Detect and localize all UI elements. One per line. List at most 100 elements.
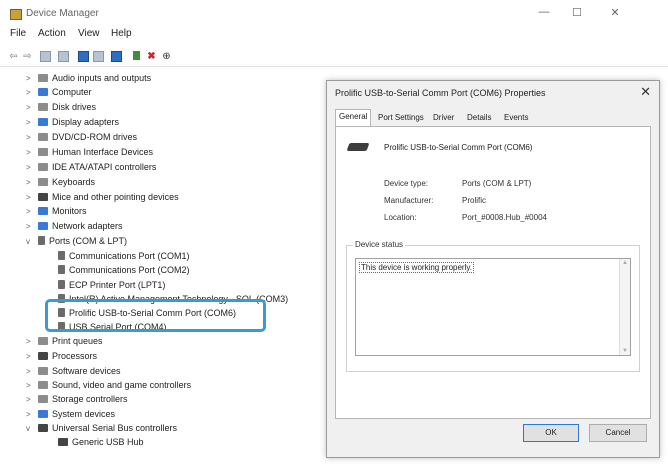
- device-status-textbox[interactable]: This device is working properly. ▲ ▼: [355, 258, 631, 356]
- ide-icon: [38, 163, 48, 171]
- help-icon[interactable]: [78, 51, 89, 62]
- expand-chevron-icon[interactable]: >: [26, 74, 38, 83]
- device-name: Prolific USB-to-Serial Comm Port (COM6): [384, 143, 533, 152]
- software-icon: [38, 367, 48, 375]
- tab-events[interactable]: Events: [501, 111, 531, 125]
- sound-icon: [38, 381, 48, 389]
- expand-chevron-icon[interactable]: >: [26, 133, 38, 142]
- port-icon: [58, 251, 65, 260]
- device-status-label: Device status: [353, 240, 406, 249]
- update-driver-icon[interactable]: [133, 51, 140, 60]
- view-icon[interactable]: [93, 51, 104, 62]
- tree-node-network[interactable]: > Network adapters: [26, 221, 123, 234]
- storage-icon: [38, 395, 48, 403]
- manufacturer-value: Prolific: [462, 196, 487, 205]
- location-value: Port_#0008.Hub_#0004: [462, 213, 547, 222]
- tree-node-display-adapters[interactable]: > Display adapters: [26, 117, 119, 130]
- maximize-button[interactable]: ☐: [567, 6, 587, 20]
- tree-node-sound[interactable]: > Sound, video and game controllers: [26, 380, 191, 393]
- serial-cable-icon: [346, 143, 370, 151]
- expand-chevron-icon[interactable]: >: [26, 88, 38, 97]
- expand-chevron-icon[interactable]: >: [26, 395, 38, 404]
- remove-icon[interactable]: ✖: [146, 51, 157, 62]
- status-scrollbar[interactable]: ▲ ▼: [619, 259, 630, 355]
- expand-chevron-icon[interactable]: >: [26, 410, 38, 419]
- title-bar: Device Manager — ☐ ✕: [0, 0, 668, 26]
- hid-icon: [38, 148, 48, 156]
- printer-icon: [38, 337, 48, 345]
- scroll-up-icon[interactable]: ▲: [622, 260, 628, 266]
- tree-node-keyboards[interactable]: > Keyboards: [26, 177, 95, 190]
- tree-node-ide[interactable]: > IDE ATA/ATAPI controllers: [26, 162, 156, 175]
- expand-chevron-icon[interactable]: >: [26, 222, 38, 231]
- expand-chevron-icon[interactable]: >: [26, 367, 38, 376]
- tree-node-usb[interactable]: v Universal Serial Bus controllers: [26, 423, 177, 436]
- processor-icon: [38, 352, 48, 360]
- device-type-label: Device type:: [384, 179, 429, 188]
- tree-node-ports[interactable]: v Ports (COM & LPT): [26, 236, 127, 249]
- tree-node-audio[interactable]: > Audio inputs and outputs: [26, 73, 151, 86]
- tree-node-dvd[interactable]: > DVD/CD-ROM drives: [26, 132, 137, 145]
- ok-button[interactable]: OK: [523, 424, 579, 442]
- keyboard-icon: [38, 178, 48, 186]
- device-list-icon[interactable]: [58, 51, 69, 62]
- scan-icon[interactable]: ⊕: [161, 51, 172, 62]
- speaker-icon: [38, 74, 48, 82]
- tree-node-usb-hub[interactable]: Generic USB Hub: [58, 437, 144, 450]
- expand-chevron-icon[interactable]: >: [26, 381, 38, 390]
- properties-icon[interactable]: [40, 51, 51, 62]
- menu-help[interactable]: Help: [111, 28, 132, 39]
- close-button[interactable]: ✕: [605, 6, 625, 20]
- minimize-button[interactable]: —: [534, 6, 554, 20]
- tree-node-computer[interactable]: > Computer: [26, 87, 92, 100]
- collapse-chevron-icon[interactable]: v: [26, 237, 38, 246]
- tab-port-settings[interactable]: Port Settings: [375, 111, 427, 125]
- collapse-chevron-icon[interactable]: v: [26, 424, 38, 433]
- dialog-title: Prolific USB-to-Serial Comm Port (COM6) …: [335, 88, 546, 98]
- tree-node-hid[interactable]: > Human Interface Devices: [26, 147, 153, 160]
- tree-node-processors[interactable]: > Processors: [26, 351, 97, 364]
- mouse-icon: [38, 193, 48, 201]
- tree-node-system[interactable]: > System devices: [26, 409, 115, 422]
- display-icon: [38, 118, 48, 126]
- device-manager-icon: [10, 9, 22, 20]
- location-label: Location:: [384, 213, 417, 222]
- expand-chevron-icon[interactable]: >: [26, 103, 38, 112]
- port-icon: [58, 265, 65, 274]
- tab-general[interactable]: General: [335, 109, 372, 126]
- menu-action[interactable]: Action: [38, 28, 66, 39]
- forward-arrow-icon[interactable]: ⇨: [22, 51, 33, 62]
- expand-chevron-icon[interactable]: >: [26, 148, 38, 157]
- tree-node-mice[interactable]: > Mice and other pointing devices: [26, 192, 179, 205]
- dvd-icon: [38, 133, 48, 141]
- tree-node-com2[interactable]: Communications Port (COM2): [58, 265, 190, 278]
- computer-icon: [38, 88, 48, 96]
- expand-chevron-icon[interactable]: >: [26, 337, 38, 346]
- menu-view[interactable]: View: [78, 28, 100, 39]
- highlight-box: [45, 299, 266, 332]
- usb-icon: [58, 438, 68, 446]
- expand-chevron-icon[interactable]: >: [26, 178, 38, 187]
- tree-node-monitors[interactable]: > Monitors: [26, 206, 87, 219]
- tree-node-storage[interactable]: > Storage controllers: [26, 394, 128, 407]
- back-arrow-icon[interactable]: ⇦: [8, 51, 19, 62]
- expand-chevron-icon[interactable]: >: [26, 193, 38, 202]
- expand-chevron-icon[interactable]: >: [26, 207, 38, 216]
- tree-node-print-queues[interactable]: > Print queues: [26, 336, 103, 349]
- expand-chevron-icon[interactable]: >: [26, 163, 38, 172]
- expand-chevron-icon[interactable]: >: [26, 118, 38, 127]
- usb-icon: [38, 424, 48, 432]
- tree-node-disk-drives[interactable]: > Disk drives: [26, 102, 96, 115]
- cancel-button[interactable]: Cancel: [589, 424, 647, 442]
- tab-driver[interactable]: Driver: [430, 111, 457, 125]
- dialog-close-button[interactable]: ✕: [640, 84, 651, 100]
- scroll-down-icon[interactable]: ▼: [622, 348, 628, 354]
- tree-node-software-devices[interactable]: > Software devices: [26, 366, 121, 379]
- tree-node-lpt1[interactable]: ECP Printer Port (LPT1): [58, 280, 165, 293]
- menu-file[interactable]: File: [10, 28, 26, 39]
- monitor-icon: [38, 207, 48, 215]
- tree-node-com1[interactable]: Communications Port (COM1): [58, 251, 190, 264]
- tab-details[interactable]: Details: [464, 111, 494, 125]
- expand-chevron-icon[interactable]: >: [26, 352, 38, 361]
- monitor-icon[interactable]: [111, 51, 122, 62]
